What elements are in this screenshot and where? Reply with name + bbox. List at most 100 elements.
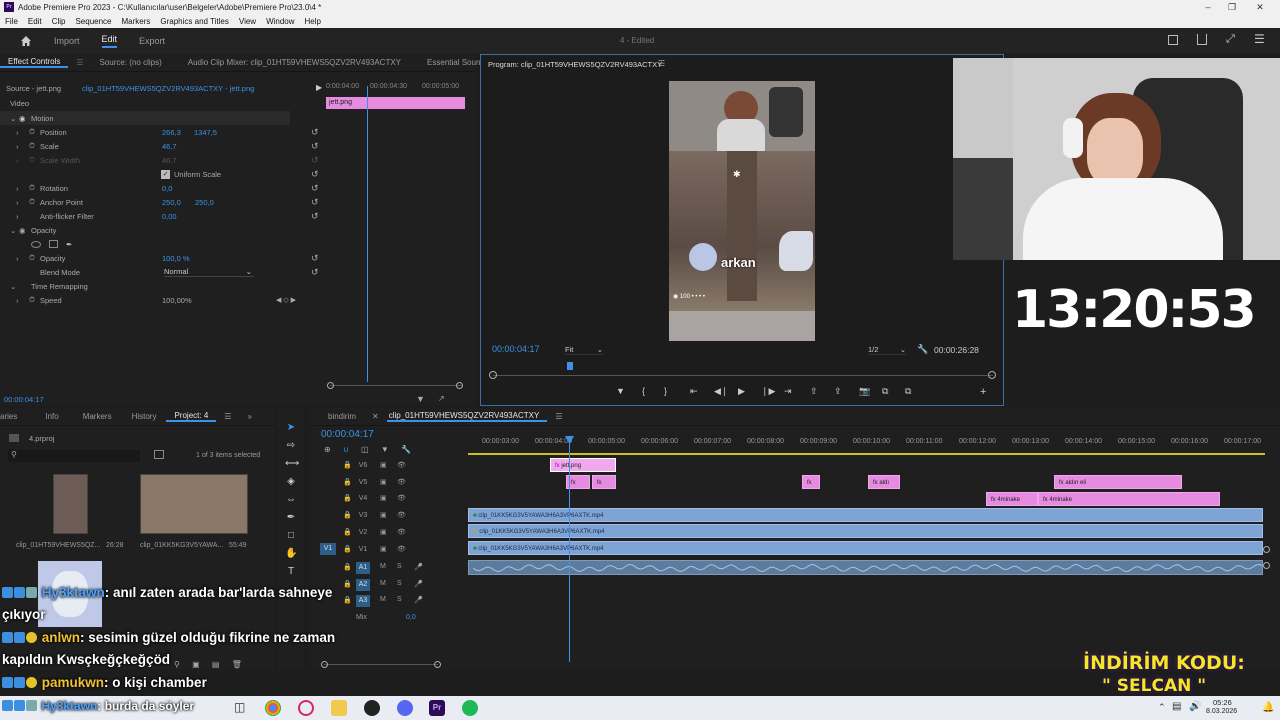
menu-clip[interactable]: Clip xyxy=(47,17,71,26)
fx-toggle-icon[interactable]: ◉ xyxy=(19,114,26,123)
mic-icon[interactable]: 🎤 xyxy=(414,596,423,604)
export-icon[interactable]: ↗ xyxy=(438,394,445,403)
stopwatch-icon[interactable]: ⏱ xyxy=(29,183,35,193)
fit-select[interactable]: Fit ⌄ xyxy=(565,345,603,355)
play-only-icon[interactable]: ▶ xyxy=(316,83,322,92)
fx-playhead[interactable] xyxy=(367,86,368,382)
clip-4minake[interactable]: fx 4minake xyxy=(1038,492,1220,506)
reset-icon[interactable]: ↺ xyxy=(311,127,319,138)
speed-value[interactable]: 100,00% xyxy=(162,296,192,305)
step-forward-icon[interactable]: ❘▶ xyxy=(761,386,775,397)
minimize-button[interactable]: – xyxy=(1196,0,1220,14)
track-label[interactable]: V5 xyxy=(356,477,370,489)
keyframe-nav-icon[interactable]: ◀ ◇ ▶ xyxy=(276,296,296,304)
track-label[interactable]: A1 xyxy=(356,562,370,574)
delete-icon[interactable]: 🗑 xyxy=(232,660,242,669)
menu-markers[interactable]: Markers xyxy=(117,17,156,26)
pen-tool-icon[interactable]: ✒ xyxy=(285,512,297,524)
eye-icon[interactable]: 👁 xyxy=(397,511,406,519)
reset-icon[interactable]: ↺ xyxy=(311,211,319,222)
timeline-ruler[interactable]: 00:00:03:00 00:00:04:00 00:00:05:00 00:00:0… xyxy=(468,436,1268,452)
mic-icon[interactable]: 🎤 xyxy=(414,580,423,588)
sync-lock-icon[interactable]: ▣ xyxy=(380,545,387,553)
source-patch-v1[interactable]: V1 xyxy=(320,543,336,555)
sync-lock-icon[interactable]: ▣ xyxy=(380,478,387,486)
menu-window[interactable]: Window xyxy=(261,17,299,26)
lock-icon[interactable]: 🔒 xyxy=(343,511,352,519)
solo-icon[interactable]: S xyxy=(397,596,402,603)
sync-lock-icon[interactable]: ▣ xyxy=(380,461,387,469)
expand-chevron-icon[interactable]: › xyxy=(16,212,19,221)
restore-button[interactable]: ❐ xyxy=(1220,0,1244,14)
settings-wrench-icon[interactable]: 🔧 xyxy=(917,344,928,355)
fx-timecode[interactable]: 00:00:04:17 xyxy=(4,395,44,404)
project-item-name[interactable]: clip_01KK5KG3V5YAWA... xyxy=(140,542,223,549)
fx-clip-bar[interactable]: jett.png xyxy=(326,97,465,109)
tab-source[interactable]: Source: (no clips) xyxy=(92,58,170,67)
track-label[interactable]: V6 xyxy=(356,460,370,472)
tab-sequence-main[interactable]: clip_01HT59VHEWS5QZV2RV493ACTXY xyxy=(386,411,548,422)
lock-icon[interactable]: 🔒 xyxy=(343,478,352,486)
zoom-handle[interactable] xyxy=(988,371,996,379)
chat-username[interactable]: anlwn xyxy=(42,630,80,645)
nest-icon[interactable]: ⊕ xyxy=(324,445,331,454)
timeline-zoom-bar[interactable] xyxy=(324,664,438,665)
track-label[interactable]: A2 xyxy=(356,578,370,591)
rectangle-mask-icon[interactable] xyxy=(49,240,58,248)
tab-project[interactable]: Project: 4 xyxy=(166,411,217,422)
snap-icon[interactable]: ∪ xyxy=(343,445,349,454)
sequence-label[interactable]: clip_01HT59VHEWS5QZV2RV493ACTXY - jett.p… xyxy=(82,84,254,93)
zoom-handle[interactable] xyxy=(456,382,463,389)
mark-out-icon[interactable]: } xyxy=(664,386,667,396)
network-icon[interactable]: ▤ xyxy=(1172,701,1181,712)
eye-icon[interactable]: 👁 xyxy=(397,461,406,469)
rectangle-tool-icon[interactable]: □ xyxy=(285,530,297,542)
mute-icon[interactable]: M xyxy=(380,596,386,603)
search-icon[interactable]: ⚲ xyxy=(174,660,180,669)
taskbar-time[interactable]: 05:26 xyxy=(1213,698,1232,707)
fx-zoom-bar[interactable] xyxy=(330,385,462,386)
track-select-tool-icon[interactable]: ⇨ xyxy=(285,440,297,452)
chat-username[interactable]: Hy3ktawn xyxy=(42,585,105,600)
rotation-value[interactable]: 0,0 xyxy=(162,184,172,193)
track-label[interactable]: V4 xyxy=(356,493,370,505)
taskbar-date[interactable]: 8.03.2026 xyxy=(1206,708,1237,715)
solo-icon[interactable]: S xyxy=(397,580,402,587)
reset-icon[interactable]: ↺ xyxy=(311,267,319,278)
expand-chevron-icon[interactable]: ⌄ xyxy=(10,282,16,291)
stopwatch-icon[interactable]: ⏱ xyxy=(29,127,35,137)
camera-icon[interactable]: 📷 xyxy=(859,386,870,397)
filter-icon[interactable]: ▼ xyxy=(416,394,425,404)
go-to-out-icon[interactable]: ⇥ xyxy=(784,386,792,397)
workspace-import[interactable]: Import xyxy=(54,36,80,46)
track-label[interactable]: A3 xyxy=(356,595,370,607)
premiere-taskbar-icon[interactable]: Pr xyxy=(429,700,445,716)
reset-icon[interactable]: ↺ xyxy=(311,141,319,152)
eye-icon[interactable]: 👁 xyxy=(397,494,406,502)
program-playhead[interactable] xyxy=(567,362,573,370)
go-to-in-icon[interactable]: ⇤ xyxy=(690,386,698,397)
program-scrub-bar[interactable] xyxy=(493,375,993,376)
panel-menu-icon[interactable]: ☰ xyxy=(216,412,239,421)
clip-a1-audio[interactable] xyxy=(468,560,1263,575)
reset-icon[interactable]: ↺ xyxy=(311,169,319,180)
workspace-edit[interactable]: Edit xyxy=(101,34,118,48)
play-button[interactable]: ▶ xyxy=(738,386,745,397)
file-explorer-icon[interactable] xyxy=(331,700,347,716)
stopwatch-icon[interactable]: ⏱ xyxy=(29,295,35,305)
eye-icon[interactable]: 👁 xyxy=(397,478,406,486)
anchor-y-value[interactable]: 250,0 xyxy=(195,198,214,207)
home-icon[interactable] xyxy=(20,35,32,47)
program-title[interactable]: Program: clip_01HT59VHEWS5QZV2RV493ACTXY xyxy=(488,60,662,69)
lock-icon[interactable]: 🔒 xyxy=(343,545,352,553)
stopwatch-icon[interactable]: ⏱ xyxy=(29,197,35,207)
expand-chevron-icon[interactable]: › xyxy=(16,198,19,207)
expand-chevron-icon[interactable]: ⌄ xyxy=(10,114,16,123)
eye-icon[interactable]: 👁 xyxy=(397,545,406,553)
uniform-scale-checkbox[interactable]: ✓ xyxy=(161,169,170,179)
fullscreen-icon[interactable]: ⤢ xyxy=(1226,33,1235,46)
timeline-timecode[interactable]: 00:00:04:17 xyxy=(321,429,374,440)
zoom-handle[interactable] xyxy=(327,382,334,389)
zoom-handle[interactable] xyxy=(321,661,328,668)
time-remapping-row[interactable]: ⌄ Time Remapping xyxy=(0,279,325,293)
